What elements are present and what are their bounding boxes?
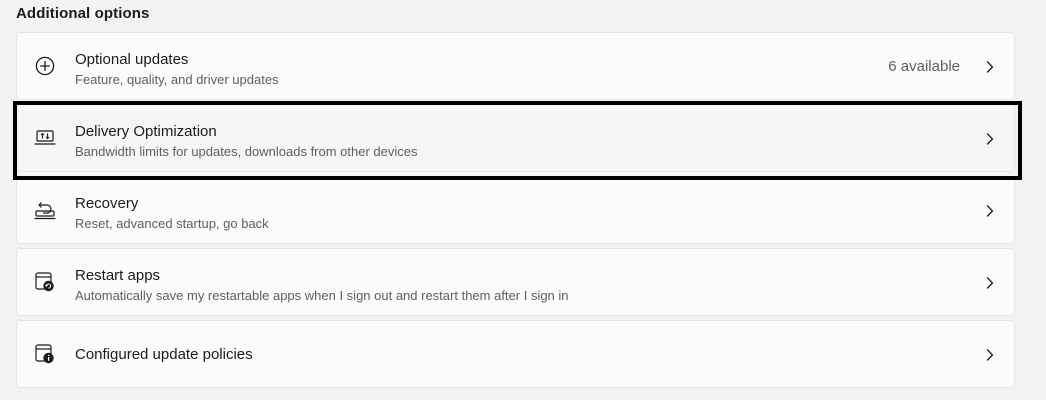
chevron-right-icon	[984, 276, 996, 290]
restart-apps-title: Restart apps	[75, 267, 161, 284]
section-title: Additional options	[16, 5, 150, 22]
optional-updates-card[interactable]: Optional updates Feature, quality, and d…	[16, 32, 1015, 100]
chevron-right-icon	[984, 132, 996, 146]
optional-updates-subtitle: Feature, quality, and driver updates	[75, 72, 279, 87]
delivery-optimization-icon	[34, 127, 56, 149]
chevron-right-icon	[984, 348, 996, 362]
update-policies-icon	[34, 343, 56, 365]
chevron-right-icon	[984, 204, 996, 218]
configured-update-policies-title: Configured update policies	[75, 346, 253, 363]
optional-updates-title: Optional updates	[75, 51, 189, 68]
restart-apps-icon	[34, 271, 56, 293]
recovery-subtitle: Reset, advanced startup, go back	[75, 216, 269, 231]
delivery-optimization-subtitle: Bandwidth limits for updates, downloads …	[75, 144, 418, 159]
restart-apps-card[interactable]: Restart apps Automatically save my resta…	[16, 248, 1015, 316]
delivery-optimization-title: Delivery Optimization	[75, 123, 217, 140]
recovery-card[interactable]: Recovery Reset, advanced startup, go bac…	[16, 176, 1015, 244]
delivery-optimization-card[interactable]: Delivery Optimization Bandwidth limits f…	[16, 104, 1015, 172]
plus-circle-icon	[34, 55, 56, 77]
recovery-icon	[34, 199, 56, 221]
additional-options-list: Optional updates Feature, quality, and d…	[16, 32, 1015, 392]
optional-updates-count: 6 available	[888, 58, 960, 75]
recovery-title: Recovery	[75, 195, 139, 212]
configured-update-policies-card[interactable]: Configured update policies	[16, 320, 1015, 388]
restart-apps-subtitle: Automatically save my restartable apps w…	[75, 288, 569, 303]
chevron-right-icon	[984, 60, 996, 74]
